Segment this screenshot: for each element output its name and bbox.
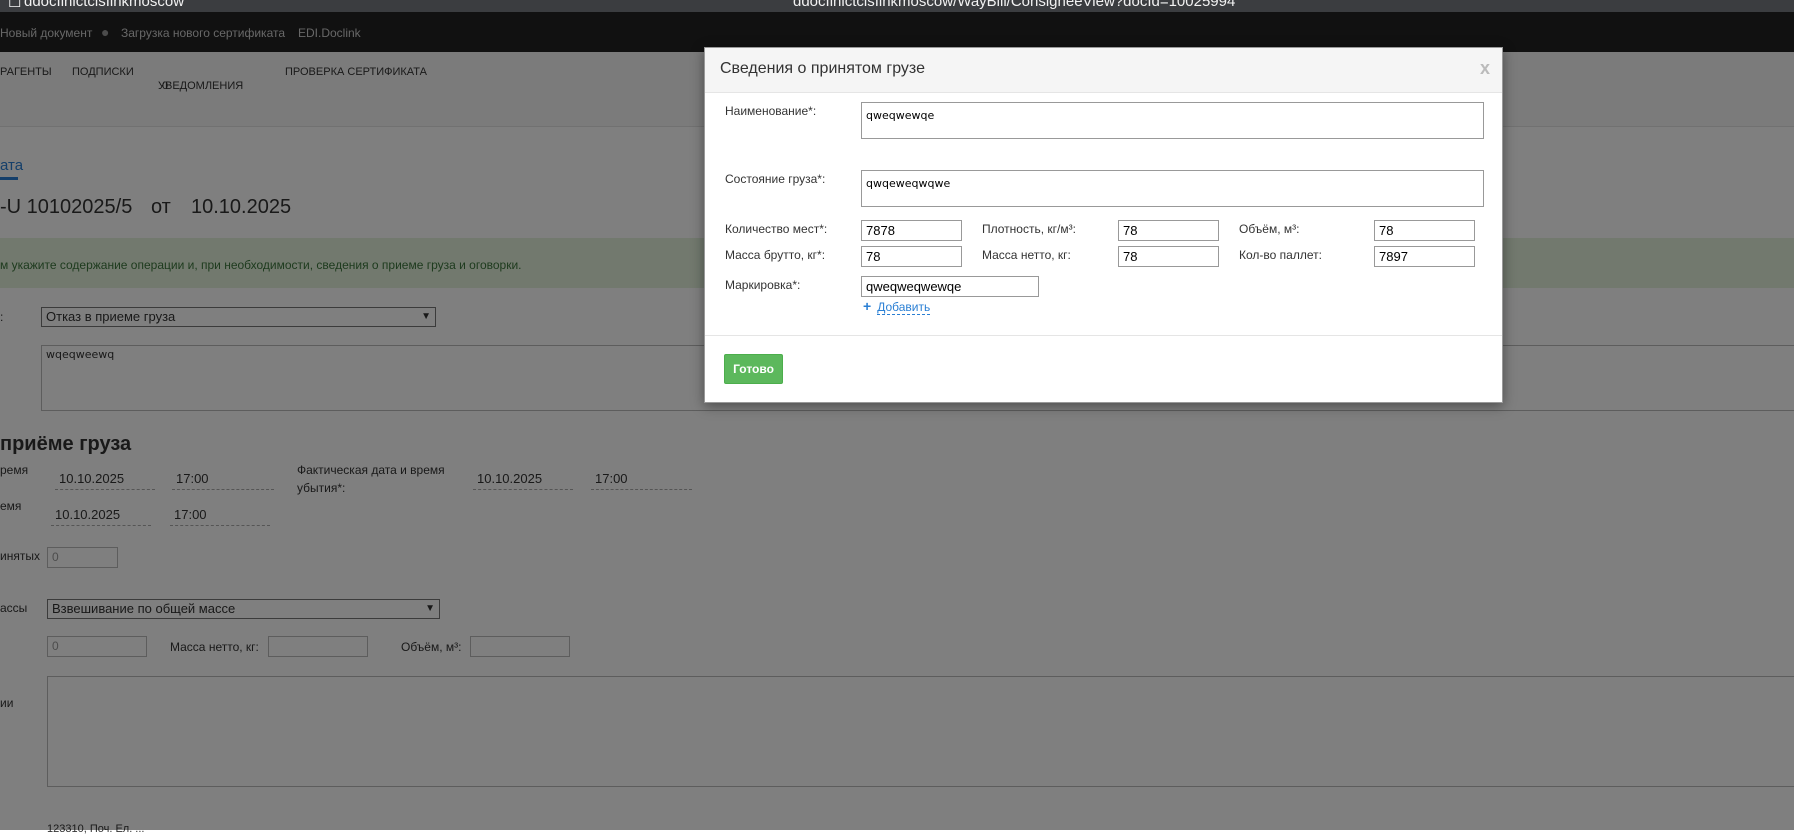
done-button[interactable]: Готово xyxy=(724,354,783,384)
density-label: Плотность, кг/м³: xyxy=(982,222,1076,236)
marking-label: Маркировка*: xyxy=(725,278,801,292)
gross-input[interactable]: 78 xyxy=(861,246,962,267)
gross-label: Масса брутто, кг*: xyxy=(725,248,826,262)
cargo-info-modal: Сведения о принятом грузе x Наименование… xyxy=(704,47,1503,403)
add-marking-button[interactable]: + Добавить xyxy=(863,298,931,315)
modal-divider xyxy=(705,335,1502,336)
density-input[interactable]: 78 xyxy=(1118,220,1219,241)
plus-icon: + xyxy=(863,298,872,314)
state-label: Состояние груза*: xyxy=(725,172,826,186)
places-input[interactable]: 7878 xyxy=(861,220,962,241)
browser-checkbox-icon: ☐ xyxy=(8,0,22,11)
browser-left-text: ddocIinictcisIinkmoscow xyxy=(24,0,185,10)
pallets-label: Кол-во паллет: xyxy=(1239,248,1322,262)
modal-title: Сведения о принятом грузе xyxy=(720,60,925,77)
volume-label: Объём, м³: xyxy=(1239,222,1300,236)
state-textarea[interactable]: qwqeweqwqwe xyxy=(861,170,1484,207)
net-label: Масса нетто, кг: xyxy=(982,248,1071,262)
close-icon[interactable]: x xyxy=(1480,58,1490,79)
places-label: Количество мест*: xyxy=(725,222,828,236)
add-marking-label: Добавить xyxy=(877,300,931,315)
browser-url: ddocIinictcisIinkmoscow/WayBill/Consigne… xyxy=(793,0,1236,10)
modal-header: Сведения о принятом грузе x xyxy=(705,48,1502,93)
net-input[interactable]: 78 xyxy=(1118,246,1219,267)
name-textarea[interactable]: qweqwewqe xyxy=(861,102,1484,139)
pallets-input[interactable]: 7897 xyxy=(1374,246,1475,267)
browser-title-strip: ☐ ddocIinictcisIinkmoscow ddocIinictcisI… xyxy=(0,0,1794,12)
volume-input[interactable]: 78 xyxy=(1374,220,1475,241)
marking-input[interactable]: qweqweqwewqe xyxy=(861,276,1039,297)
name-label: Наименование*: xyxy=(725,104,817,118)
